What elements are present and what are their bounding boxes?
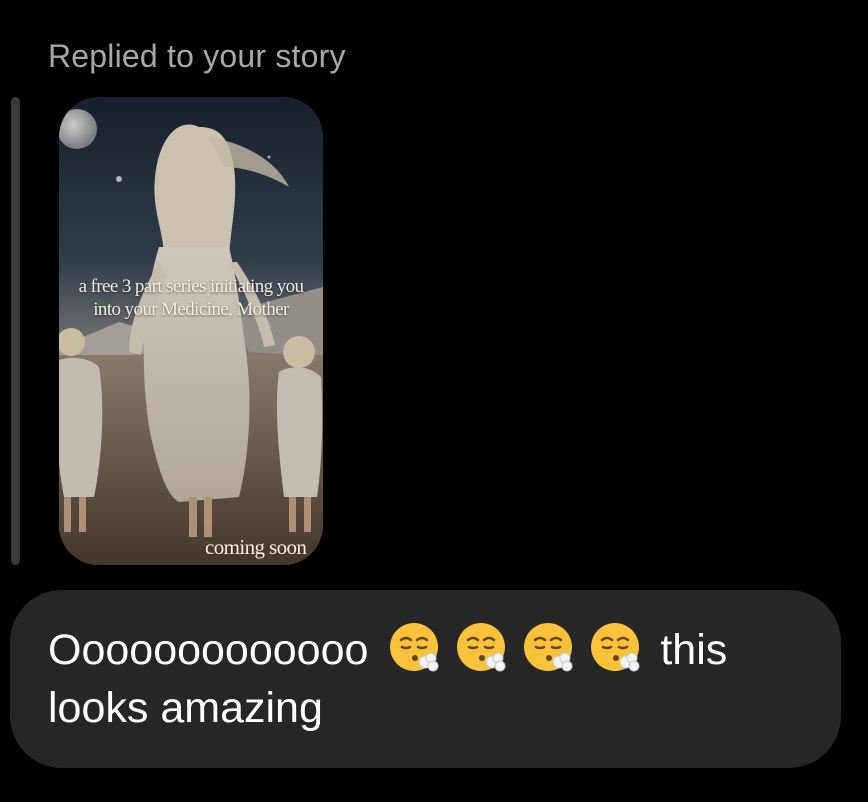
story-image <box>59 97 323 565</box>
story-preview-thumbnail[interactable]: a free 3 part series initiating you into… <box>59 97 323 565</box>
face-exhaling-emoji-icon <box>521 620 575 674</box>
message-text-prefix: Ooooooooooooo <box>48 626 369 674</box>
story-caption: a free 3 part series initiating you into… <box>59 275 323 321</box>
reply-quote-bar <box>11 97 20 565</box>
story-caption-line-1: a free 3 part series initiating you <box>78 276 304 297</box>
message-bubble[interactable]: Ooooooooooooo this looks amazing <box>10 590 841 768</box>
message-text-suffix: this <box>660 626 728 674</box>
face-exhaling-emoji-icon <box>454 620 508 674</box>
story-coming-soon-text: coming soon <box>205 535 307 559</box>
message-text-line-2: looks amazing <box>48 684 323 732</box>
message-text: Ooooooooooooo this looks amazing <box>48 620 818 737</box>
face-exhaling-emoji-icon <box>387 620 441 674</box>
story-caption-line-2: into your Medicine, Mother <box>93 299 289 320</box>
face-exhaling-emoji-icon <box>588 620 642 674</box>
replied-to-story-label: Replied to your story <box>48 38 346 74</box>
